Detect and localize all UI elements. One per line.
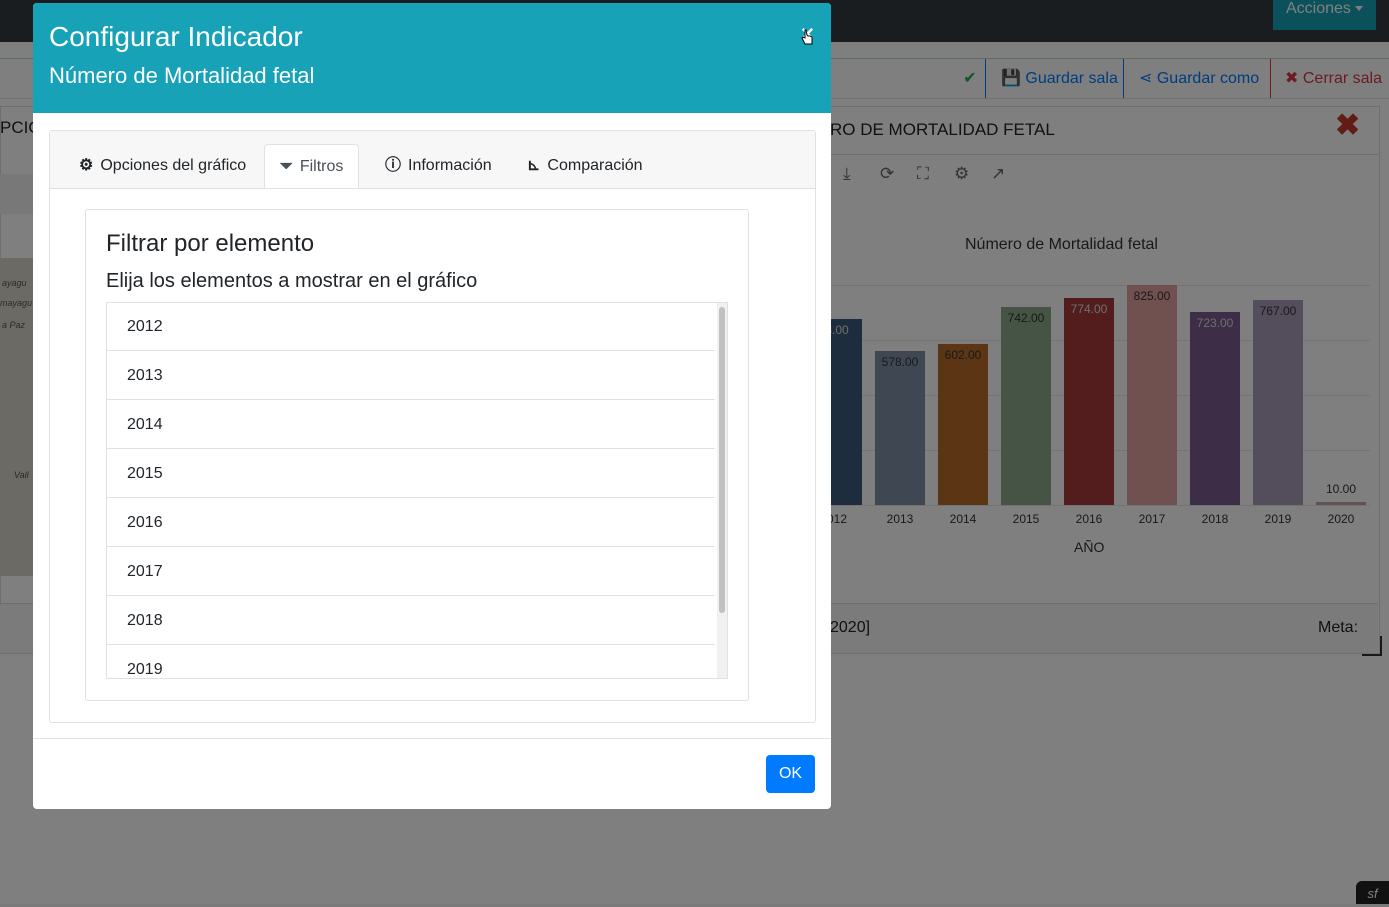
modal-footer: OK (33, 738, 831, 809)
modal-subtitle: Número de Mortalidad fetal (49, 63, 315, 88)
tab-informacion[interactable]: ⓘ Información (385, 144, 492, 188)
config-tabs-card: ⚙ Opciones del gráfico ⏷ Filtros ⓘ Informac… (49, 130, 816, 723)
list-scrollbar[interactable] (717, 303, 727, 678)
list-item[interactable]: 2014 (107, 401, 715, 449)
filter-icon: ⏷ (280, 158, 293, 175)
tab-filtros[interactable]: ⏷ Filtros (264, 144, 360, 188)
tab-comparacion[interactable]: ⊾ Comparación (527, 144, 643, 188)
tab-opciones-grafico[interactable]: ⚙ Opciones del gráfico (79, 144, 246, 188)
ok-button[interactable]: OK (766, 755, 815, 793)
hand-cursor-icon (801, 29, 813, 45)
tab-label: Filtros (299, 158, 344, 175)
tab-label: Información (408, 157, 492, 174)
tabs-header: ⚙ Opciones del gráfico ⏷ Filtros ⓘ Informac… (50, 131, 815, 189)
filter-list[interactable]: 2012 2013 2014 2015 2016 2017 2018 2019 (106, 302, 728, 679)
modal-header: Configurar Indicador Número de Mortalida… (33, 3, 831, 113)
filter-panel: Filtrar por elemento Elija los elementos… (85, 209, 749, 701)
list-item[interactable]: 2017 (107, 548, 715, 596)
list-item[interactable]: 2018 (107, 597, 715, 645)
configurar-indicador-modal: Configurar Indicador Número de Mortalida… (33, 3, 831, 809)
info-icon: ⓘ (385, 157, 402, 174)
list-item[interactable]: 2012 (107, 303, 715, 351)
filter-title: Filtrar por elemento (106, 230, 315, 257)
chart-area-icon: ⊾ (527, 157, 541, 174)
filter-subtitle: Elija los elementos a mostrar en el gráf… (106, 270, 478, 292)
tab-label: Comparación (547, 157, 643, 174)
list-item[interactable]: 2016 (107, 499, 715, 547)
scrollbar-thumb[interactable] (719, 307, 725, 613)
modal-title: Configurar Indicador (49, 21, 303, 52)
tab-label: Opciones del gráfico (100, 157, 247, 174)
list-item[interactable]: 2015 (107, 450, 715, 498)
list-item[interactable]: 2013 (107, 352, 715, 400)
gear-icon: ⚙ (79, 157, 94, 174)
list-item[interactable]: 2019 (107, 646, 715, 678)
